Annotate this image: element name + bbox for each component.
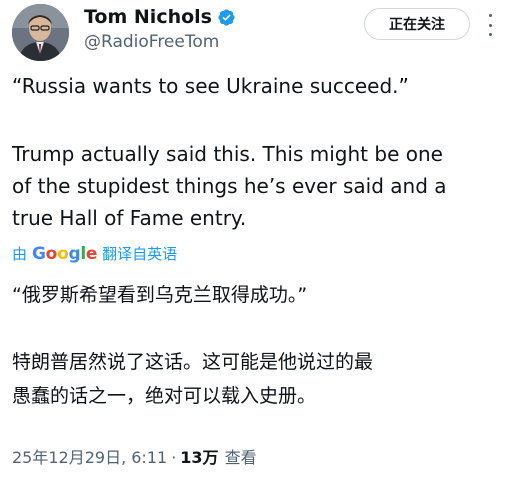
verified-badge-icon[interactable] <box>217 8 236 27</box>
more-options-icon[interactable] <box>486 14 494 36</box>
views-count: 13万 <box>180 448 219 467</box>
translation-suffix: 翻译自英语 <box>102 245 178 263</box>
tweet-header: Tom Nichols @RadioFreeTom 正在关注 <box>0 0 512 72</box>
views-label: 查看 <box>224 448 257 467</box>
meta-separator: · <box>171 448 177 467</box>
translated-quote-text: “俄罗斯希望看到乌克兰取得成功。” <box>12 284 308 306</box>
author-display-name[interactable]: Tom Nichols <box>84 5 212 29</box>
avatar[interactable] <box>12 4 69 61</box>
following-button[interactable]: 正在关注 <box>364 8 470 40</box>
translation-attribution[interactable]: 由 Google 翻译自英语 <box>12 244 177 264</box>
google-logo: Google <box>32 244 98 264</box>
translation-prefix: 由 <box>12 245 28 263</box>
tweet-timestamp[interactable]: 25年12月29日, 6:11 <box>12 447 167 469</box>
translated-body-text: 特朗普居然说了这话。这可能是他说过的最 愚蠢的话之一，绝对可以载入史册。 <box>12 351 374 407</box>
author-handle[interactable]: @RadioFreeTom <box>84 31 219 53</box>
author-name-row: Tom Nichols <box>84 5 236 29</box>
avatar-photo-icon <box>12 4 69 61</box>
tweet-quote-text: “Russia wants to see Ukraine succeed.” <box>12 74 409 98</box>
tweet-meta: 25年12月29日, 6:11 · 13万 查看 <box>12 447 257 469</box>
tweet-body-text: Trump actually said this. This might be … <box>12 142 447 230</box>
